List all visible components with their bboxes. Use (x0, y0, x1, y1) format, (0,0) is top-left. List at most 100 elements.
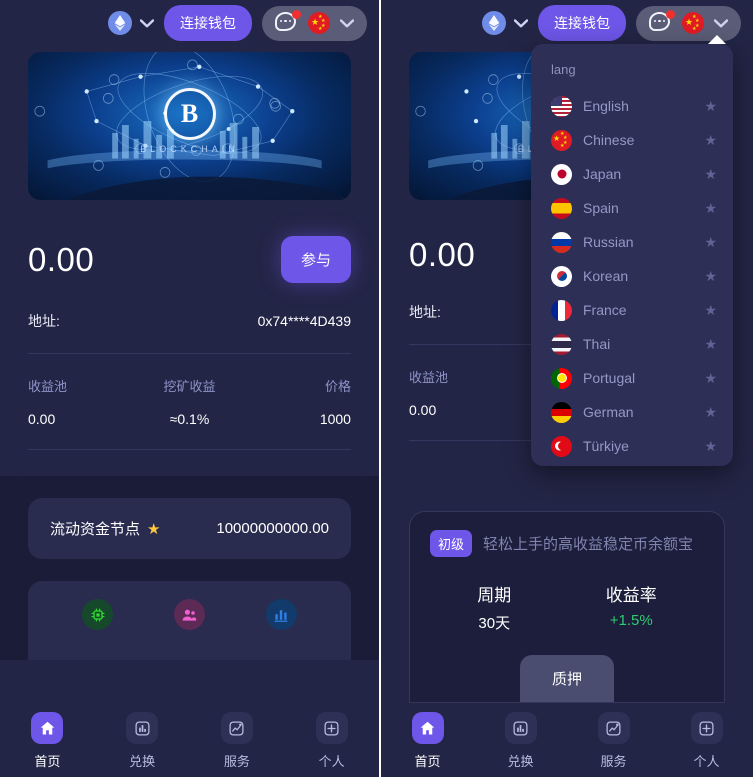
feature-icon-row (28, 581, 351, 660)
stat-value: 1000 (319, 411, 351, 427)
liquidity-node-card[interactable]: 流动资金节点 ★ 10000000000.00 (28, 498, 351, 559)
chain-selector[interactable] (482, 11, 528, 35)
star-icon[interactable]: ★ (704, 133, 717, 147)
chain-selector[interactable] (108, 11, 154, 35)
bottom-nav-right: 首页 兑换 服务 个人 (381, 705, 753, 777)
join-button[interactable]: 参与 (280, 236, 351, 283)
lang-option-russian[interactable]: Russian ★ (531, 225, 733, 259)
chat-bubble-icon[interactable] (649, 9, 675, 35)
lang-option-thai[interactable]: Thai ★ (531, 327, 733, 361)
nav-item-exchange[interactable]: 兑换 (107, 712, 177, 770)
lang-label: Spain (583, 200, 619, 216)
lang-label: Türkiye (583, 438, 629, 454)
nav-item-services[interactable]: 服务 (202, 712, 272, 770)
period-value: 30天 (478, 615, 511, 632)
lang-option-german[interactable]: German ★ (531, 395, 733, 429)
lang-option-france[interactable]: France ★ (531, 293, 733, 327)
rate-label: 收益率 (605, 586, 657, 605)
nav-item-services[interactable]: 服务 (579, 712, 649, 770)
home-icon (31, 712, 64, 744)
cpu-chip-icon[interactable] (82, 599, 114, 630)
flag-germany-icon (551, 401, 572, 423)
lang-option-korean[interactable]: Korean ★ (531, 259, 733, 293)
bottom-nav-left: 首页 兑换 服务 个人 (0, 705, 379, 777)
users-icon[interactable] (173, 599, 205, 630)
lang-label: German (583, 404, 634, 420)
lower-section: 初级 轻松上手的高收益稳定币余额宝 周期 30天 收益率 +1.5% 质押 (381, 467, 753, 703)
stat-label: 收益池 (28, 379, 68, 394)
flag-russia-icon (551, 231, 572, 253)
nav-label: 服务 (223, 754, 250, 769)
person-icon (690, 712, 723, 744)
home-icon (411, 712, 444, 744)
bar-chart-icon[interactable] (265, 599, 297, 630)
exchange-icon (504, 712, 537, 744)
flag-portugal-icon (551, 367, 572, 389)
panel-right: 连接钱包 ★ ★ ★ ★ ★ lang English ★ ★ ★ ★ ★ ★ … (381, 0, 753, 777)
stat-label: 收益池 (409, 370, 449, 385)
nav-label: 首页 (34, 754, 61, 769)
page-content-left: B BLOCKCHAIN 0.00 参与 地址: 0x74****4D439 收… (0, 52, 379, 660)
star-icon[interactable]: ★ (704, 201, 717, 215)
nav-item-home[interactable]: 首页 (12, 712, 82, 770)
lang-label: Thai (583, 336, 611, 352)
banner-caption: BLOCKCHAIN (140, 143, 239, 154)
lang-option-chinese[interactable]: ★ ★ ★ ★ ★ Chinese ★ (531, 123, 733, 157)
lang-option-turkiye[interactable]: Türkiye ★ (531, 429, 733, 463)
lang-option-portugal[interactable]: Portugal ★ (531, 361, 733, 395)
star-icon[interactable]: ★ (704, 99, 717, 113)
address-value[interactable]: 0x74****4D439 (258, 313, 351, 329)
bitcoin-logo: B (163, 88, 216, 141)
star-icon[interactable]: ★ (704, 405, 717, 419)
staking-period: 周期 30天 (477, 581, 511, 633)
lang-option-spain[interactable]: Spain ★ (531, 191, 733, 225)
panel-left: 连接钱包 ★ ★ ★ ★ ★ B BLOCKCHAIN 0.00 参与 地址: … (0, 0, 379, 777)
stake-button[interactable]: 质押 (519, 655, 614, 702)
nav-label: 兑换 (129, 754, 156, 769)
star-icon[interactable]: ★ (704, 371, 717, 385)
flag-japan-icon (551, 163, 572, 185)
staking-rate: 收益率 +1.5% (606, 581, 657, 633)
stat-value: 0.00 (28, 411, 56, 427)
star-icon[interactable]: ★ (704, 439, 717, 453)
header-right-cluster[interactable]: ★ ★ ★ ★ ★ (262, 5, 367, 41)
star-icon[interactable]: ★ (704, 167, 717, 181)
flag-turkey-icon (551, 435, 572, 457)
notification-badge (292, 9, 301, 19)
nav-item-person[interactable]: 个人 (672, 712, 742, 770)
lower-section: 流动资金节点 ★ 10000000000.00 (0, 476, 379, 660)
chevron-down-icon[interactable] (714, 18, 728, 28)
address-row: 地址: 0x74****4D439 (28, 311, 351, 354)
balance-amount: 0.00 (28, 240, 95, 278)
app-header-left: 连接钱包 ★ ★ ★ ★ ★ (0, 0, 379, 46)
stat-pool: 收益池 0.00 (28, 376, 136, 427)
flag-china-icon[interactable]: ★ ★ ★ ★ ★ (682, 12, 704, 34)
services-icon (597, 712, 630, 744)
lang-option-japan[interactable]: Japan ★ (531, 157, 733, 191)
star-icon[interactable]: ★ (704, 269, 717, 283)
connect-wallet-button[interactable]: 连接钱包 (538, 5, 626, 41)
node-label-text: 流动资金节点 (50, 521, 141, 538)
nav-label: 个人 (318, 754, 345, 769)
stat-price: 价格 1000 (243, 376, 351, 427)
ethereum-icon (108, 11, 132, 35)
star-icon[interactable]: ★ (704, 235, 717, 249)
balance-row: 0.00 参与 (28, 236, 351, 283)
chevron-down-icon[interactable] (340, 18, 354, 28)
balance-amount: 0.00 (409, 236, 476, 273)
nav-item-home[interactable]: 首页 (393, 712, 463, 770)
chat-bubble-icon[interactable] (275, 9, 301, 35)
star-icon[interactable]: ★ (704, 303, 717, 317)
lang-option-english[interactable]: English ★ (531, 89, 733, 123)
services-icon (220, 712, 253, 744)
nav-item-exchange[interactable]: 兑换 (486, 712, 556, 770)
nav-item-person[interactable]: 个人 (297, 712, 367, 770)
rate-value: +1.5% (609, 612, 653, 629)
staking-product-card: 初级 轻松上手的高收益稳定币余额宝 周期 30天 收益率 +1.5% 质押 (409, 511, 725, 703)
app-header-right: 连接钱包 ★ ★ ★ ★ ★ (381, 0, 753, 46)
flag-china-icon[interactable]: ★ ★ ★ ★ ★ (308, 12, 330, 34)
flag-france-icon (551, 299, 572, 321)
flag-thailand-icon (551, 333, 572, 355)
star-icon[interactable]: ★ (704, 337, 717, 351)
connect-wallet-button[interactable]: 连接钱包 (164, 5, 252, 41)
